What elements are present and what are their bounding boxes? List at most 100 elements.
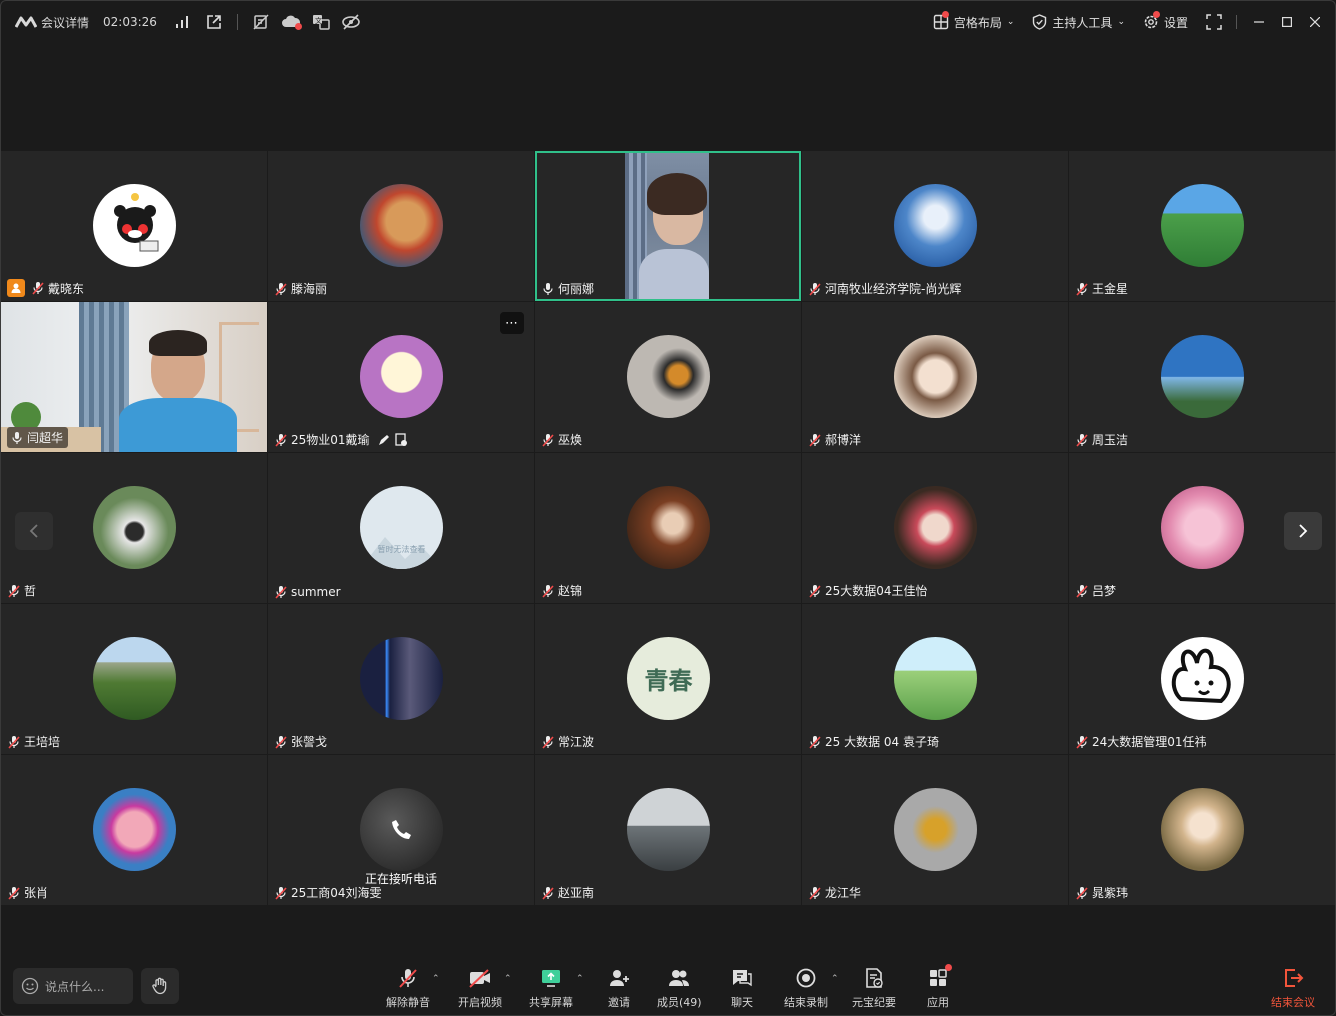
qingchun-calligraphy-avatar: 青春: [627, 637, 710, 720]
minimize-button[interactable]: [1245, 8, 1273, 36]
bunny-sketch-avatar: [1161, 637, 1244, 720]
start-video-button[interactable]: 开启视频: [458, 966, 502, 1010]
participant-nameplate: 吕梦: [1075, 582, 1116, 599]
participant-tile[interactable]: 25大数据04王佳怡: [802, 453, 1068, 603]
stop-record-icon: [796, 968, 816, 988]
quick-chat-placeholder: 说点什么...: [45, 979, 105, 994]
participant-tile[interactable]: 王金星: [1069, 151, 1335, 301]
yuanbao-summary-button[interactable]: 元宝纪要: [852, 966, 896, 1010]
participant-tile[interactable]: 张謦戈: [268, 604, 534, 754]
members-button[interactable]: 成员(49): [657, 966, 702, 1010]
participant-tile[interactable]: 暂时无法查看 summer: [268, 453, 534, 603]
camera-off-icon: [469, 969, 490, 988]
end-meeting-button[interactable]: 结束会议: [1271, 966, 1315, 1010]
girl-photo-avatar: [894, 486, 977, 569]
meeting-duration: 02:03:26: [103, 15, 157, 29]
fullscreen-button[interactable]: [1206, 14, 1222, 30]
meeting-info-label: 会议详情: [41, 15, 90, 30]
meeting-info-button[interactable]: 会议详情: [15, 14, 89, 31]
video-options-chevron-icon[interactable]: ⌃: [504, 974, 512, 984]
participant-name: 24大数据管理01任祎: [1092, 735, 1207, 749]
recording-icon[interactable]: [250, 11, 272, 33]
external-link-icon[interactable]: [203, 11, 225, 33]
participant-tile[interactable]: 正在接听电话 25工商04刘海雯: [268, 755, 534, 905]
yuanbao-summary-label: 元宝纪要: [852, 996, 896, 1009]
more-options-button[interactable]: ⋯: [500, 312, 524, 334]
hide-icon[interactable]: [340, 11, 362, 33]
maximize-button[interactable]: [1273, 8, 1301, 36]
participant-nameplate: 河南牧业经济学院-尚光辉: [808, 280, 961, 297]
participant-tile[interactable]: 巫焕: [535, 302, 801, 452]
participant-nameplate: 王培培: [7, 733, 60, 750]
mic-icon: [543, 282, 553, 295]
network-signal-icon[interactable]: [171, 11, 193, 33]
next-page-button[interactable]: [1284, 512, 1322, 550]
end-recording-button[interactable]: 结束录制: [784, 966, 828, 1010]
share-screen-icon: [542, 970, 560, 987]
mountain-avatar: [93, 637, 176, 720]
chevron-down-icon: ⌄: [1117, 17, 1125, 27]
mic-off-icon: [1076, 735, 1088, 749]
participant-tile[interactable]: 滕海丽: [268, 151, 534, 301]
exit-icon: [1285, 969, 1304, 987]
share-screen-button[interactable]: 共享屏幕: [529, 966, 573, 1010]
participant-tile[interactable]: 周玉洁: [1069, 302, 1335, 452]
host-tools-button[interactable]: 主持人工具 ⌄: [1032, 14, 1125, 31]
flowers-photo-avatar: [627, 335, 710, 418]
participant-nameplate: 张謦戈: [274, 733, 327, 750]
mic-off-icon: [809, 433, 821, 447]
settings-button[interactable]: 设置: [1143, 10, 1188, 31]
participant-nameplate: 郝博洋: [808, 431, 861, 448]
participant-tile[interactable]: 王培培: [1, 604, 267, 754]
participant-nameplate: 周玉洁: [1075, 431, 1128, 448]
annotate-icon: [378, 434, 389, 445]
host-tools-label: 主持人工具: [1052, 15, 1113, 30]
pink-house-avatar: [1161, 486, 1244, 569]
unmute-button[interactable]: 解除静音: [386, 966, 430, 1010]
participant-tile[interactable]: 24大数据管理01任祎: [1069, 604, 1335, 754]
participant-tile[interactable]: ⋯ 25物业01戴瑜: [268, 302, 534, 452]
participant-tile[interactable]: 赵锦: [535, 453, 801, 603]
translate-icon[interactable]: 文: [310, 11, 332, 33]
participant-tile[interactable]: 赵亚南: [535, 755, 801, 905]
apps-button[interactable]: 应用: [925, 964, 952, 1010]
invite-button[interactable]: 邀请: [606, 966, 632, 1010]
mic-off-icon: [542, 584, 554, 598]
participant-grid: 戴晓东 滕海丽 何丽娜 河南牧业经济学院-尚光辉 王金星闫超华 ⋯ 25物业01戴瑜 巫焕 郝博…: [1, 151, 1335, 906]
grey-sea-avatar: [627, 788, 710, 871]
sky-clouds-avatar: [894, 184, 977, 267]
participant-nameplate: 何丽娜: [541, 280, 594, 297]
share-options-chevron-icon[interactable]: ⌃: [576, 974, 584, 984]
participant-name: 张肖: [24, 886, 49, 900]
close-button[interactable]: [1301, 8, 1329, 36]
participant-tile[interactable]: 青春 常江波: [535, 604, 801, 754]
share-screen-label: 共享屏幕: [529, 996, 573, 1009]
previous-page-button[interactable]: [15, 512, 53, 550]
participant-tile[interactable]: 郝博洋: [802, 302, 1068, 452]
mic-off-icon: [399, 969, 417, 988]
emoji-icon: [21, 977, 39, 995]
participant-tile[interactable]: 闫超华: [1, 302, 267, 452]
layout-menu-button[interactable]: 宫格布局 ⌄: [933, 10, 1014, 31]
participant-tile[interactable]: 晁紫玮: [1069, 755, 1335, 905]
chat-button[interactable]: 聊天: [729, 966, 755, 1010]
raise-hand-button[interactable]: [141, 968, 179, 1004]
participant-tile[interactable]: 张肖: [1, 755, 267, 905]
quick-chat-input[interactable]: 说点什么...: [13, 968, 133, 1004]
host-icon: [7, 279, 25, 297]
participant-tile[interactable]: 何丽娜: [535, 151, 801, 301]
participant-name: 龙江华: [825, 886, 862, 900]
participant-nameplate: 24大数据管理01任祎: [1075, 733, 1207, 750]
participant-tile[interactable]: 龙江华: [802, 755, 1068, 905]
record-options-chevron-icon[interactable]: ⌃: [831, 974, 839, 984]
audio-options-chevron-icon[interactable]: ⌃: [432, 974, 440, 984]
participant-name: 滕海丽: [291, 282, 328, 296]
mic-off-icon: [1076, 584, 1088, 598]
participant-tile[interactable]: 戴晓东: [1, 151, 267, 301]
participant-tile[interactable]: 25 大数据 04 袁子琦: [802, 604, 1068, 754]
participant-tile[interactable]: 河南牧业经济学院-尚光辉: [802, 151, 1068, 301]
mic-icon: [12, 431, 22, 444]
participant-name: 周玉洁: [1092, 433, 1129, 447]
members-icon: [669, 970, 690, 986]
cloud-record-icon[interactable]: [280, 11, 302, 33]
